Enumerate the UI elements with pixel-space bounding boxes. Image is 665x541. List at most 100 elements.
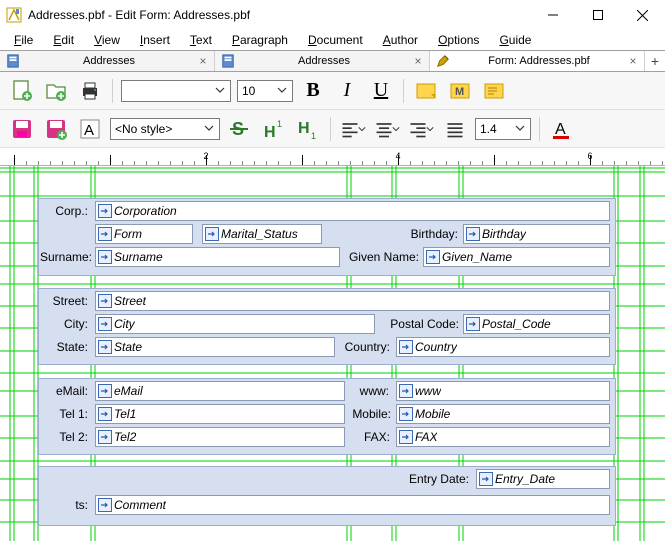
field-given-name[interactable]: Given_Name: [423, 247, 610, 267]
tab-label: Addresses: [26, 55, 192, 67]
strikethrough-button[interactable]: [226, 115, 254, 143]
menu-bar: File Edit View Insert Text Paragraph Doc…: [0, 30, 665, 50]
field-fax[interactable]: FAX: [396, 427, 610, 447]
field-tag-icon: [98, 407, 112, 421]
field-tag-icon: [205, 227, 219, 241]
field-country[interactable]: Country: [396, 337, 610, 357]
field-tag-icon: [98, 294, 112, 308]
new-tab-button[interactable]: +: [645, 51, 665, 71]
marker-button[interactable]: [446, 77, 474, 105]
menu-paragraph[interactable]: Paragraph: [224, 31, 296, 49]
field-tag-icon: [98, 250, 112, 264]
line-spacing-value: 1.4: [480, 122, 512, 136]
menu-document[interactable]: Document: [300, 31, 371, 49]
horizontal-ruler[interactable]: /* ticks drawn below via generated spans…: [0, 148, 665, 166]
toolbar-main: 10 B I U: [0, 72, 665, 110]
field-mobile[interactable]: Mobile: [396, 404, 610, 424]
label-fax: FAX:: [358, 430, 390, 444]
field-city[interactable]: City: [95, 314, 375, 334]
field-tag-icon: [479, 472, 493, 486]
bold-button[interactable]: B: [299, 77, 327, 105]
align-justify-button[interactable]: [441, 115, 469, 143]
label-www: www:: [351, 384, 389, 398]
menu-author[interactable]: Author: [375, 31, 426, 49]
label-entry-date: Entry Date:: [403, 472, 469, 486]
font-dialog-button[interactable]: [76, 115, 104, 143]
tab-form-addresses[interactable]: Form: Addresses.pbf ×: [430, 51, 645, 71]
field-form[interactable]: Form: [95, 224, 193, 244]
save-as-button[interactable]: [42, 115, 70, 143]
field-state[interactable]: State: [95, 337, 335, 357]
open-document-button[interactable]: [42, 77, 70, 105]
close-tab-icon[interactable]: ×: [198, 54, 208, 68]
paragraph-style-combo[interactable]: <No style>: [110, 118, 220, 140]
field-tel2[interactable]: Tel2: [95, 427, 345, 447]
font-color-button[interactable]: [548, 115, 576, 143]
align-left-button[interactable]: [339, 115, 367, 143]
italic-button[interactable]: I: [333, 77, 361, 105]
menu-file[interactable]: File: [6, 31, 41, 49]
label-birthday: Birthday:: [400, 227, 458, 241]
field-tag-icon: [399, 407, 413, 421]
superscript-button[interactable]: [260, 115, 288, 143]
chevron-down-icon: [512, 122, 528, 136]
field-tel1[interactable]: Tel1: [95, 404, 345, 424]
field-email[interactable]: eMail: [95, 381, 345, 401]
underline-button[interactable]: U: [367, 77, 395, 105]
field-birthday[interactable]: Birthday: [463, 224, 610, 244]
new-document-button[interactable]: [8, 77, 36, 105]
chevron-down-icon: [212, 84, 228, 98]
menu-insert[interactable]: Insert: [132, 31, 178, 49]
field-www[interactable]: www: [396, 381, 610, 401]
field-entry-date[interactable]: Entry_Date: [476, 469, 610, 489]
tab-label: Addresses: [241, 55, 407, 67]
chevron-down-icon: [201, 122, 217, 136]
menu-options[interactable]: Options: [430, 31, 487, 49]
menu-edit[interactable]: Edit: [45, 31, 82, 49]
comment-button[interactable]: [480, 77, 508, 105]
maximize-button[interactable]: [575, 0, 620, 30]
field-comment[interactable]: Comment: [95, 495, 610, 515]
menu-guide[interactable]: Guide: [491, 31, 539, 49]
menu-view[interactable]: View: [86, 31, 128, 49]
label-email: eMail:: [48, 384, 88, 398]
label-country: Country:: [340, 340, 390, 354]
label-city: City:: [54, 317, 88, 331]
close-button[interactable]: [620, 0, 665, 30]
form-edit-icon: [436, 54, 450, 68]
label-given-name: Given Name:: [344, 250, 419, 264]
toolbar-format: <No style> 1.4: [0, 110, 665, 148]
tab-label: Form: Addresses.pbf: [456, 55, 622, 67]
menu-text[interactable]: Text: [182, 31, 220, 49]
line-spacing-combo[interactable]: 1.4: [475, 118, 531, 140]
save-button[interactable]: [8, 115, 36, 143]
tab-addresses-2[interactable]: Addresses ×: [215, 51, 430, 71]
field-tag-icon: [98, 204, 112, 218]
field-tag-icon: [98, 498, 112, 512]
field-corporation[interactable]: Corporation: [95, 201, 610, 221]
minimize-button[interactable]: [530, 0, 575, 30]
separator: [539, 117, 540, 141]
form-canvas[interactable]: Corp.: Corporation Form Marital_Status B…: [0, 166, 665, 541]
field-street[interactable]: Street: [95, 291, 610, 311]
window-title: Addresses.pbf - Edit Form: Addresses.pbf: [28, 8, 530, 22]
tab-addresses-1[interactable]: Addresses ×: [0, 51, 215, 71]
close-tab-icon[interactable]: ×: [413, 54, 423, 68]
print-button[interactable]: [76, 77, 104, 105]
field-tag-icon: [98, 430, 112, 444]
separator: [112, 79, 113, 103]
note-button[interactable]: [412, 77, 440, 105]
font-size-combo[interactable]: 10: [237, 80, 293, 102]
align-center-button[interactable]: [373, 115, 401, 143]
field-postal-code[interactable]: Postal_Code: [463, 314, 610, 334]
tab-strip: Addresses × Addresses × Form: Addresses.…: [0, 50, 665, 72]
subscript-button[interactable]: [294, 115, 322, 143]
label-corp: Corp.:: [40, 204, 88, 218]
font-family-combo[interactable]: [121, 80, 231, 102]
field-surname[interactable]: Surname: [95, 247, 340, 267]
separator: [403, 79, 404, 103]
field-marital-status[interactable]: Marital_Status: [202, 224, 322, 244]
align-right-button[interactable]: [407, 115, 435, 143]
close-tab-icon[interactable]: ×: [628, 54, 638, 68]
label-state: State:: [50, 340, 88, 354]
